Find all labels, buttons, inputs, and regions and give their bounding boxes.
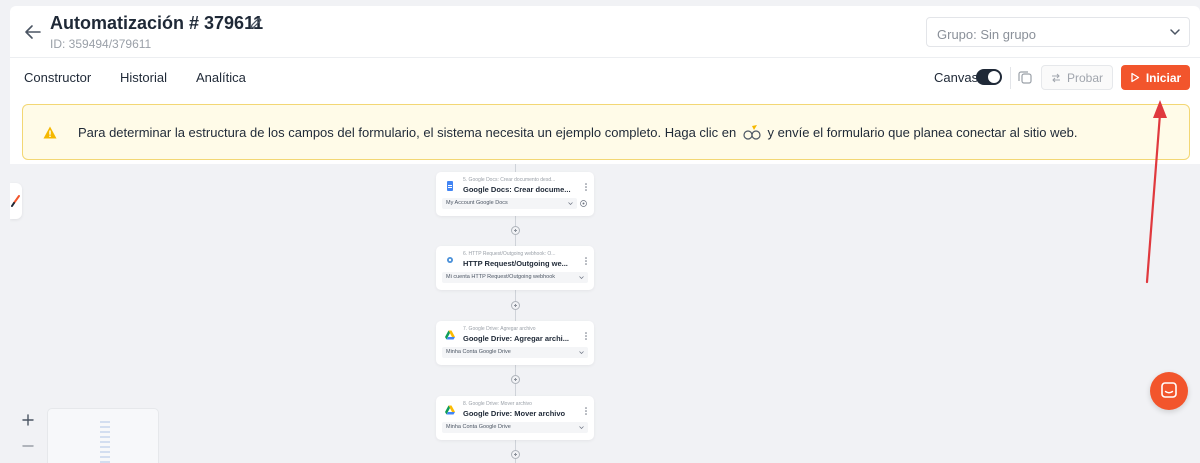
minimap-flow-preview (100, 421, 110, 463)
form-structure-banner: Para determinar la estructura de los cam… (22, 104, 1190, 160)
group-select[interactable]: Grupo: Sin grupo (926, 17, 1190, 47)
account-select-value: My Account Google Docs (446, 200, 508, 206)
header-divider (10, 57, 1200, 58)
flow-step-card[interactable]: 7. Google Drive: Agregar archivo Google … (436, 321, 594, 365)
zoom-out-icon[interactable] (20, 438, 36, 454)
test-button[interactable]: Probar (1041, 65, 1113, 90)
banner-text-before: Para determinar la estructura de los cam… (78, 125, 737, 140)
support-chat-button[interactable] (1150, 372, 1188, 410)
account-select-value: Minha Conta Google Drive (446, 424, 511, 430)
add-step-button[interactable] (511, 450, 520, 459)
step-title: Google Docs: Crear docume... (463, 185, 571, 194)
flow-step-card[interactable]: 8. Google Drive: Mover archivo Google Dr… (436, 396, 594, 440)
account-select[interactable]: Mi cuenta HTTP Request/Outgoing webhook (442, 272, 588, 283)
step-title: Google Drive: Mover archivo (463, 409, 566, 418)
step-title: Google Drive: Agregar archi... (463, 334, 569, 343)
account-select-value: Mi cuenta HTTP Request/Outgoing webhook (446, 274, 556, 280)
flow-step-card[interactable]: 6. HTTP Request/Outgoing webhook: O... H… (436, 246, 594, 290)
step-title: HTTP Request/Outgoing we... (463, 259, 568, 268)
account-select[interactable]: My Account Google Docs (442, 198, 577, 209)
pencil-icon[interactable] (248, 15, 264, 31)
account-select[interactable]: Minha Conta Google Drive (442, 422, 588, 433)
more-vertical-icon[interactable] (585, 183, 587, 191)
more-vertical-icon[interactable] (585, 332, 587, 340)
more-vertical-icon[interactable] (585, 407, 587, 415)
brush-icon (11, 195, 20, 207)
webhook-icon (447, 257, 453, 263)
google-docs-icon (447, 181, 453, 191)
canvas-label: Canvas (934, 70, 979, 85)
google-drive-icon (445, 405, 455, 415)
flow-step-card[interactable]: 5. Google Docs: Crear documento desd... … (436, 172, 594, 216)
tab-historial[interactable]: Historial (120, 70, 167, 85)
automation-id: ID: 359494/379611 (50, 37, 152, 51)
step-caption: 7. Google Drive: Agregar archivo (463, 326, 536, 332)
chevron-down-icon (579, 276, 584, 279)
tab-analitica[interactable]: Analítica (196, 70, 246, 85)
chevron-down-icon (579, 351, 584, 354)
page-title: Automatización # 379611 (50, 13, 264, 33)
test-button-label: Probar (1066, 70, 1104, 85)
step-caption: 5. Google Docs: Crear documento desd... (463, 177, 556, 183)
chevron-down-icon (1170, 29, 1180, 36)
header-panel: Automatización # 379611 ID: 359494/37961… (10, 6, 1200, 164)
settings-icon[interactable] (580, 200, 587, 207)
play-icon (1131, 72, 1139, 83)
chat-icon (1161, 382, 1177, 398)
banner-text-after: y envíe el formulario que planea conecta… (767, 125, 1078, 140)
add-step-button[interactable] (511, 226, 520, 235)
group-select-value: Grupo: Sin grupo (937, 27, 1037, 42)
more-vertical-icon[interactable] (585, 257, 587, 265)
add-step-button[interactable] (511, 375, 520, 384)
toolbar-separator (1010, 67, 1011, 89)
chevron-down-icon (568, 202, 573, 205)
chevron-down-icon (579, 426, 584, 429)
add-step-button[interactable] (511, 301, 520, 310)
webhook-hand-icon[interactable] (742, 124, 762, 140)
step-caption: 8. Google Drive: Mover archivo (463, 401, 532, 407)
zoom-in-icon[interactable] (20, 412, 36, 428)
start-button-label: Iniciar (1145, 70, 1182, 85)
tab-constructor[interactable]: Constructor (24, 70, 91, 85)
canvas-toggle[interactable] (976, 69, 1002, 85)
back-arrow-icon[interactable] (24, 24, 42, 40)
google-drive-icon (445, 330, 455, 340)
warning-icon (43, 126, 57, 139)
banner-text: Para determinar la estructura de los cam… (78, 124, 1078, 140)
account-select[interactable]: Minha Conta Google Drive (442, 347, 588, 358)
copy-icon[interactable] (1017, 69, 1033, 85)
left-toolbar-tab[interactable] (10, 183, 22, 219)
step-caption: 6. HTTP Request/Outgoing webhook: O... (463, 251, 556, 257)
account-select-value: Minha Conta Google Drive (446, 349, 511, 355)
swap-icon (1051, 73, 1060, 82)
start-button[interactable]: Iniciar (1121, 65, 1190, 90)
canvas-minimap[interactable] (47, 408, 159, 463)
